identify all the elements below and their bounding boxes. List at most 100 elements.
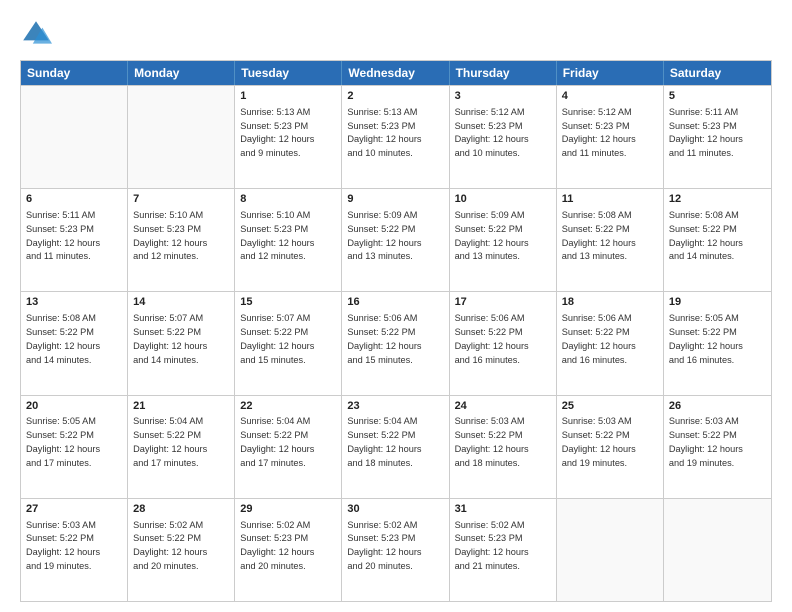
- day-info: Sunrise: 5:13 AM Sunset: 5:23 PM Dayligh…: [347, 107, 421, 158]
- calendar-day-31: 31 Sunrise: 5:02 AM Sunset: 5:23 PM Dayli…: [450, 499, 557, 601]
- day-info: Sunrise: 5:05 AM Sunset: 5:22 PM Dayligh…: [669, 313, 743, 364]
- day-info: Sunrise: 5:04 AM Sunset: 5:22 PM Dayligh…: [347, 416, 421, 467]
- calendar-day-2: 2 Sunrise: 5:13 AM Sunset: 5:23 PM Daylig…: [342, 86, 449, 188]
- day-number: 17: [455, 295, 551, 310]
- day-info: Sunrise: 5:03 AM Sunset: 5:22 PM Dayligh…: [669, 416, 743, 467]
- day-number: 27: [26, 502, 122, 517]
- day-number: 2: [347, 89, 443, 104]
- calendar-day-28: 28 Sunrise: 5:02 AM Sunset: 5:22 PM Dayli…: [128, 499, 235, 601]
- day-info: Sunrise: 5:06 AM Sunset: 5:22 PM Dayligh…: [347, 313, 421, 364]
- day-info: Sunrise: 5:02 AM Sunset: 5:23 PM Dayligh…: [455, 520, 529, 571]
- day-number: 16: [347, 295, 443, 310]
- day-number: 12: [669, 192, 766, 207]
- day-info: Sunrise: 5:02 AM Sunset: 5:23 PM Dayligh…: [347, 520, 421, 571]
- page: SundayMondayTuesdayWednesdayThursdayFrid…: [0, 0, 792, 612]
- day-number: 19: [669, 295, 766, 310]
- header-day-wednesday: Wednesday: [342, 61, 449, 85]
- day-number: 23: [347, 399, 443, 414]
- header-day-thursday: Thursday: [450, 61, 557, 85]
- header-day-tuesday: Tuesday: [235, 61, 342, 85]
- header-day-friday: Friday: [557, 61, 664, 85]
- calendar-day-25: 25 Sunrise: 5:03 AM Sunset: 5:22 PM Dayli…: [557, 396, 664, 498]
- calendar-day-8: 8Sunrise: 5:10 AM Sunset: 5:23 PM Daylig…: [235, 189, 342, 291]
- day-number: 10: [455, 192, 551, 207]
- day-info: Sunrise: 5:07 AM Sunset: 5:22 PM Dayligh…: [133, 313, 207, 364]
- day-info: Sunrise: 5:06 AM Sunset: 5:22 PM Dayligh…: [455, 313, 529, 364]
- day-number: 31: [455, 502, 551, 517]
- calendar-day-26: 26 Sunrise: 5:03 AM Sunset: 5:22 PM Dayli…: [664, 396, 771, 498]
- calendar-day-15: 15 Sunrise: 5:07 AM Sunset: 5:22 PM Dayli…: [235, 292, 342, 394]
- calendar-day-6: 6Sunrise: 5:11 AM Sunset: 5:23 PM Daylig…: [21, 189, 128, 291]
- day-info: Sunrise: 5:11 AM Sunset: 5:23 PM Dayligh…: [669, 107, 743, 158]
- day-number: 14: [133, 295, 229, 310]
- calendar-day-17: 17 Sunrise: 5:06 AM Sunset: 5:22 PM Dayli…: [450, 292, 557, 394]
- calendar-day-9: 9 Sunrise: 5:09 AM Sunset: 5:22 PM Daylig…: [342, 189, 449, 291]
- calendar-empty-cell: [21, 86, 128, 188]
- day-info: Sunrise: 5:12 AM Sunset: 5:23 PM Dayligh…: [562, 107, 636, 158]
- day-info: Sunrise: 5:04 AM Sunset: 5:22 PM Dayligh…: [133, 416, 207, 467]
- calendar-day-1: 1 Sunrise: 5:13 AM Sunset: 5:23 PM Daylig…: [235, 86, 342, 188]
- logo-icon: [20, 18, 52, 50]
- day-info: Sunrise: 5:06 AM Sunset: 5:22 PM Dayligh…: [562, 313, 636, 364]
- day-number: 9: [347, 192, 443, 207]
- calendar-day-14: 14 Sunrise: 5:07 AM Sunset: 5:22 PM Dayli…: [128, 292, 235, 394]
- day-number: 4: [562, 89, 658, 104]
- day-number: 7: [133, 192, 229, 207]
- day-number: 22: [240, 399, 336, 414]
- calendar-header: SundayMondayTuesdayWednesdayThursdayFrid…: [21, 61, 771, 85]
- day-info: Sunrise: 5:09 AM Sunset: 5:22 PM Dayligh…: [347, 210, 421, 261]
- day-number: 21: [133, 399, 229, 414]
- calendar-day-12: 12Sunrise: 5:08 AM Sunset: 5:22 PM Dayli…: [664, 189, 771, 291]
- day-info: Sunrise: 5:07 AM Sunset: 5:22 PM Dayligh…: [240, 313, 314, 364]
- day-number: 15: [240, 295, 336, 310]
- header-day-sunday: Sunday: [21, 61, 128, 85]
- day-info: Sunrise: 5:02 AM Sunset: 5:22 PM Dayligh…: [133, 520, 207, 571]
- calendar-empty-cell: [128, 86, 235, 188]
- calendar-day-3: 3Sunrise: 5:12 AM Sunset: 5:23 PM Daylig…: [450, 86, 557, 188]
- calendar-day-20: 20Sunrise: 5:05 AM Sunset: 5:22 PM Dayli…: [21, 396, 128, 498]
- calendar-day-24: 24 Sunrise: 5:03 AM Sunset: 5:22 PM Dayli…: [450, 396, 557, 498]
- calendar-day-23: 23 Sunrise: 5:04 AM Sunset: 5:22 PM Dayli…: [342, 396, 449, 498]
- header-day-monday: Monday: [128, 61, 235, 85]
- day-number: 29: [240, 502, 336, 517]
- day-info: Sunrise: 5:10 AM Sunset: 5:23 PM Dayligh…: [133, 210, 207, 261]
- day-number: 8: [240, 192, 336, 207]
- calendar-day-21: 21 Sunrise: 5:04 AM Sunset: 5:22 PM Dayli…: [128, 396, 235, 498]
- calendar-day-27: 27 Sunrise: 5:03 AM Sunset: 5:22 PM Dayli…: [21, 499, 128, 601]
- day-info: Sunrise: 5:03 AM Sunset: 5:22 PM Dayligh…: [455, 416, 529, 467]
- day-number: 28: [133, 502, 229, 517]
- day-number: 5: [669, 89, 766, 104]
- calendar-week-5: 27 Sunrise: 5:03 AM Sunset: 5:22 PM Dayli…: [21, 498, 771, 601]
- calendar: SundayMondayTuesdayWednesdayThursdayFrid…: [20, 60, 772, 602]
- calendar-day-4: 4 Sunrise: 5:12 AM Sunset: 5:23 PM Daylig…: [557, 86, 664, 188]
- day-info: Sunrise: 5:09 AM Sunset: 5:22 PM Dayligh…: [455, 210, 529, 261]
- day-number: 13: [26, 295, 122, 310]
- calendar-day-19: 19 Sunrise: 5:05 AM Sunset: 5:22 PM Dayli…: [664, 292, 771, 394]
- day-info: Sunrise: 5:02 AM Sunset: 5:23 PM Dayligh…: [240, 520, 314, 571]
- calendar-day-30: 30 Sunrise: 5:02 AM Sunset: 5:23 PM Dayli…: [342, 499, 449, 601]
- day-number: 26: [669, 399, 766, 414]
- day-number: 1: [240, 89, 336, 104]
- day-number: 20: [26, 399, 122, 414]
- day-number: 11: [562, 192, 658, 207]
- day-number: 30: [347, 502, 443, 517]
- day-info: Sunrise: 5:13 AM Sunset: 5:23 PM Dayligh…: [240, 107, 314, 158]
- day-number: 3: [455, 89, 551, 104]
- day-info: Sunrise: 5:03 AM Sunset: 5:22 PM Dayligh…: [26, 520, 100, 571]
- calendar-day-7: 7 Sunrise: 5:10 AM Sunset: 5:23 PM Daylig…: [128, 189, 235, 291]
- day-info: Sunrise: 5:08 AM Sunset: 5:22 PM Dayligh…: [26, 313, 100, 364]
- header-day-saturday: Saturday: [664, 61, 771, 85]
- calendar-day-5: 5 Sunrise: 5:11 AM Sunset: 5:23 PM Daylig…: [664, 86, 771, 188]
- calendar-empty-cell: [557, 499, 664, 601]
- day-number: 24: [455, 399, 551, 414]
- calendar-day-29: 29 Sunrise: 5:02 AM Sunset: 5:23 PM Dayli…: [235, 499, 342, 601]
- calendar-week-1: 1 Sunrise: 5:13 AM Sunset: 5:23 PM Daylig…: [21, 85, 771, 188]
- day-number: 6: [26, 192, 122, 207]
- day-info: Sunrise: 5:03 AM Sunset: 5:22 PM Dayligh…: [562, 416, 636, 467]
- calendar-week-4: 20Sunrise: 5:05 AM Sunset: 5:22 PM Dayli…: [21, 395, 771, 498]
- calendar-day-18: 18Sunrise: 5:06 AM Sunset: 5:22 PM Dayli…: [557, 292, 664, 394]
- calendar-week-2: 6Sunrise: 5:11 AM Sunset: 5:23 PM Daylig…: [21, 188, 771, 291]
- calendar-day-22: 22Sunrise: 5:04 AM Sunset: 5:22 PM Dayli…: [235, 396, 342, 498]
- day-number: 25: [562, 399, 658, 414]
- calendar-day-11: 11Sunrise: 5:08 AM Sunset: 5:22 PM Dayli…: [557, 189, 664, 291]
